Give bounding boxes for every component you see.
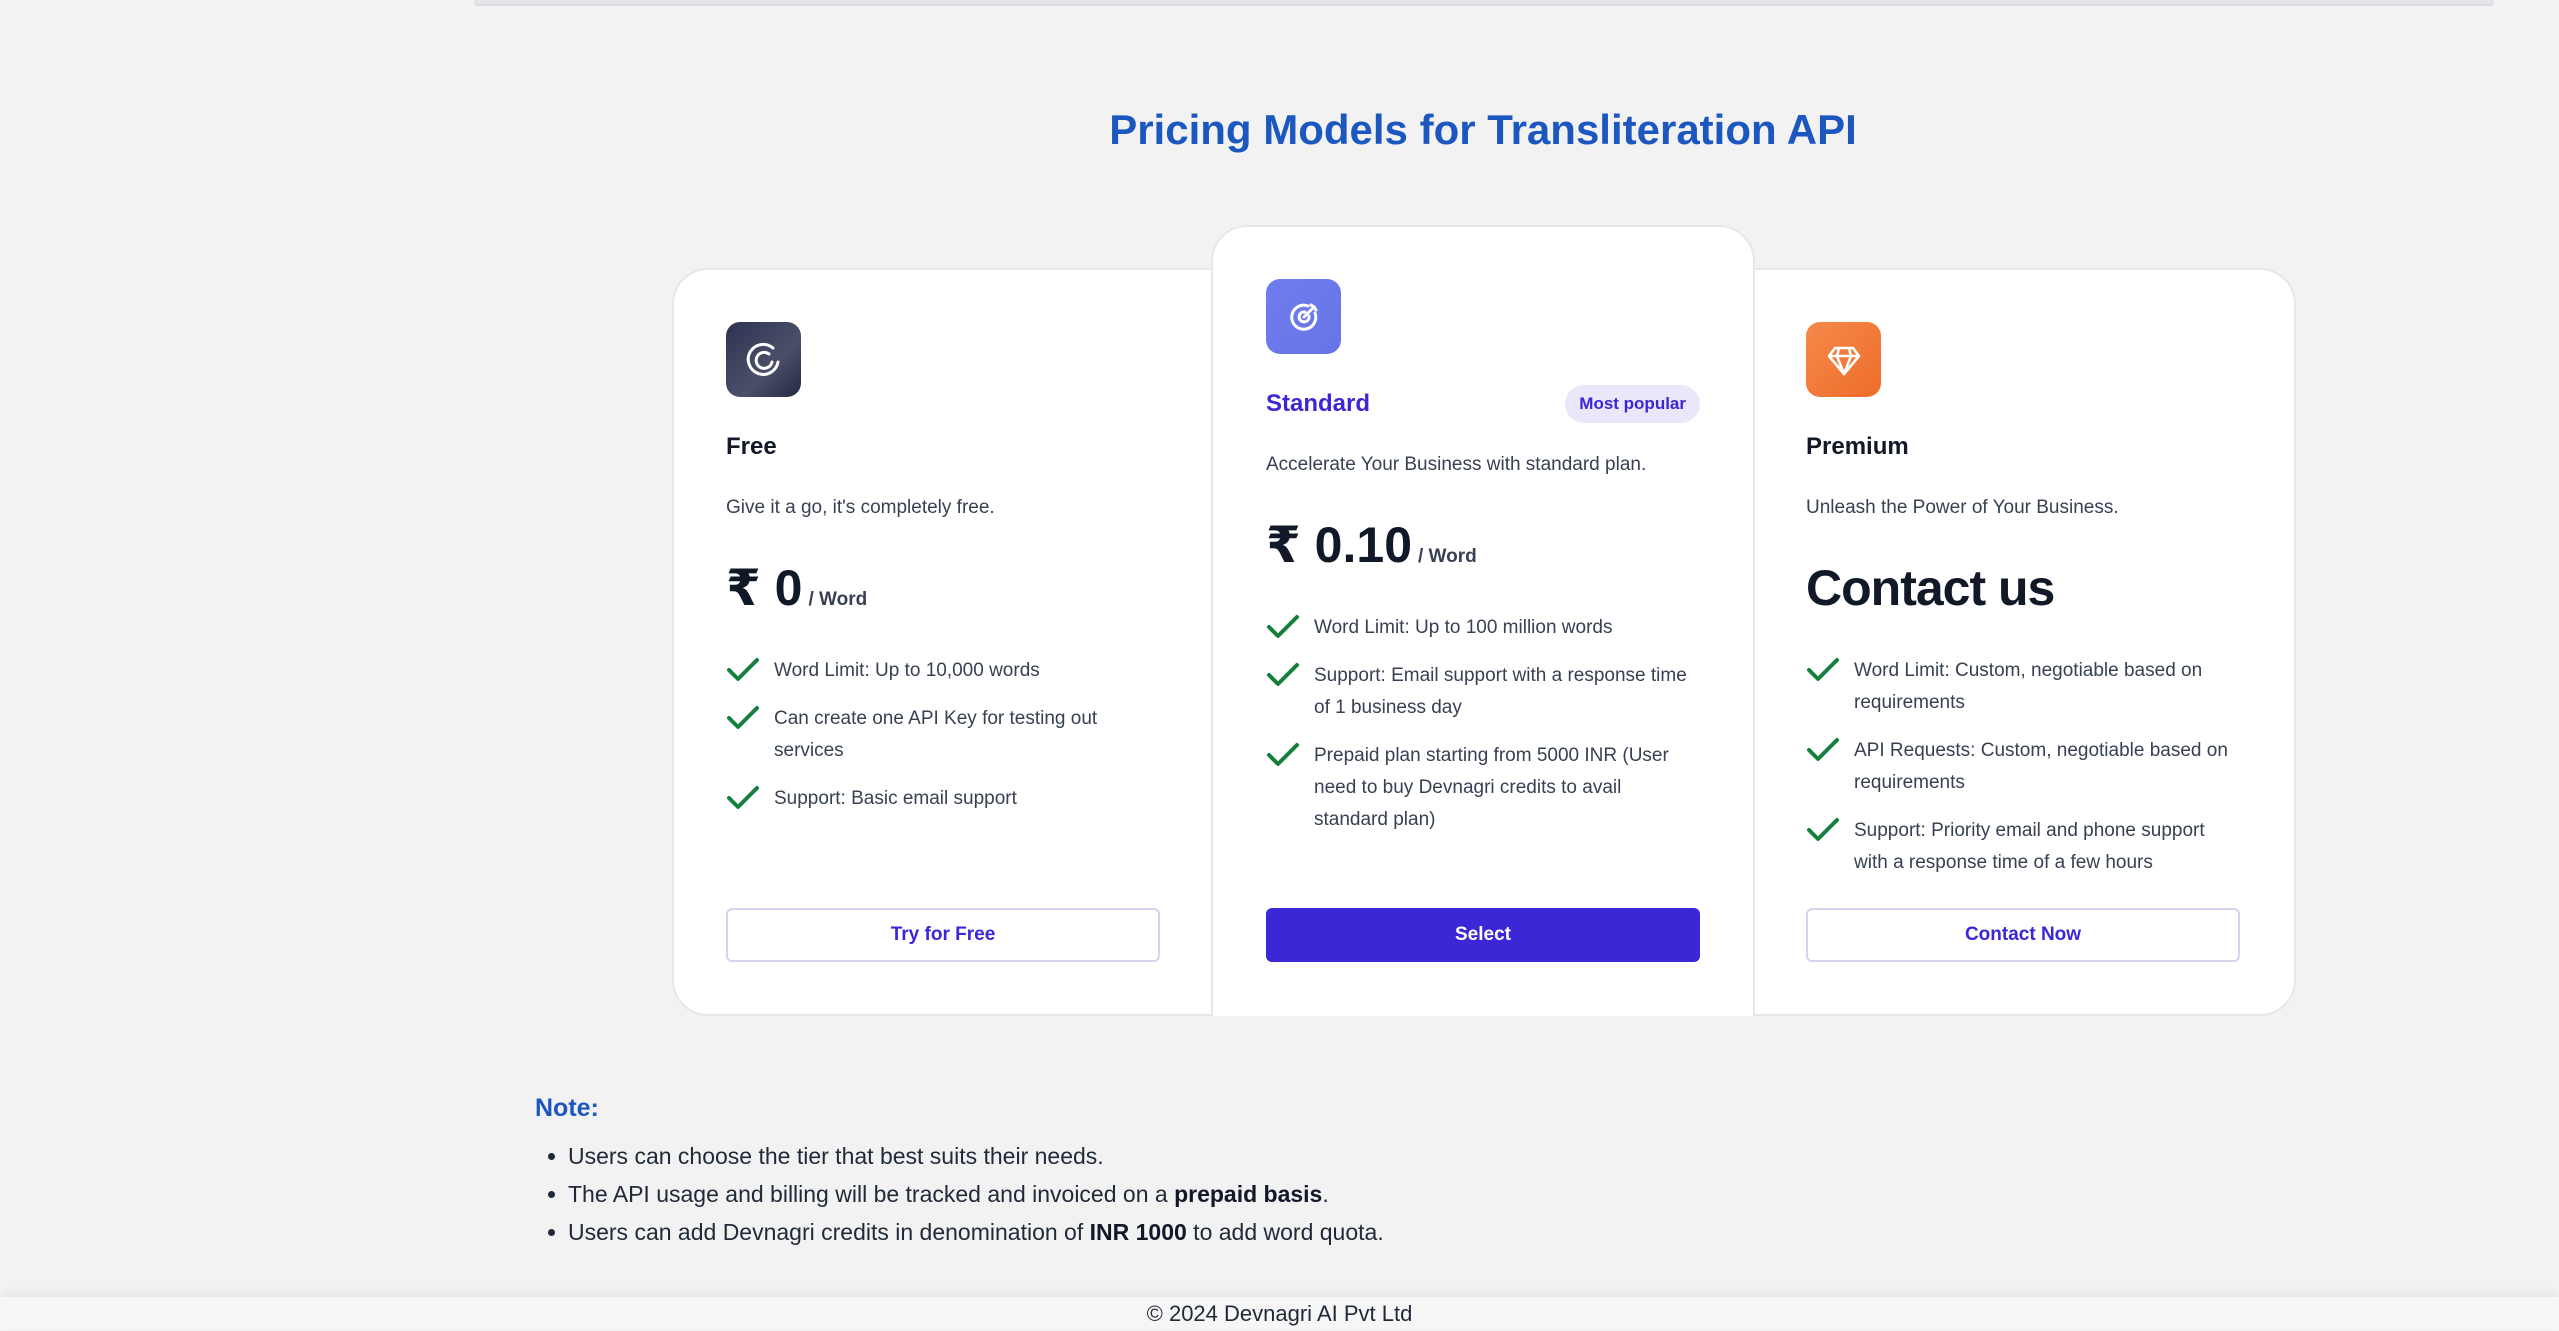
- plan-description: Unleash the Power of Your Business.: [1806, 497, 2119, 518]
- select-button[interactable]: Select: [1266, 908, 1700, 962]
- list-item: Users can add Devnagri credits in denomi…: [548, 1213, 1384, 1251]
- list-item: Word Limit: Up to 10,000 words: [726, 655, 1160, 687]
- diamond-icon: [1806, 322, 1881, 397]
- feature-list: Word Limit: Up to 100 million words Supp…: [1266, 612, 1700, 836]
- plan-card-free: Free Give it a go, it's completely free.…: [726, 322, 1160, 831]
- plan-description: Give it a go, it's completely free.: [726, 497, 995, 518]
- target-icon: [1266, 279, 1341, 354]
- check-icon: [1267, 615, 1299, 638]
- list-item: Support: Priority email and phone suppor…: [1806, 815, 2240, 879]
- plan-price: ₹ 0: [726, 560, 803, 616]
- plan-name: Premium: [1806, 433, 1909, 460]
- price-row: ₹ 0 / Word: [726, 559, 1160, 616]
- plan-card-standard: Standard Most popular Accelerate Your Bu…: [1266, 279, 1700, 852]
- page-title: Pricing Models for Transliteration API: [1109, 106, 1857, 153]
- price-unit: / Word: [808, 589, 868, 610]
- top-divider: [474, 0, 2494, 6]
- list-item: Users can choose the tier that best suit…: [548, 1137, 1384, 1175]
- plan-name: Free: [726, 433, 777, 460]
- feature-list: Word Limit: Up to 10,000 words Can creat…: [726, 655, 1160, 815]
- check-icon: [727, 658, 759, 681]
- check-icon: [1807, 818, 1839, 841]
- most-popular-badge: Most popular: [1565, 385, 1700, 423]
- check-icon: [1267, 663, 1299, 686]
- plan-card-premium: Premium Unleash the Power of Your Busine…: [1806, 322, 2240, 895]
- check-icon: [1807, 738, 1839, 761]
- list-item: Can create one API Key for testing out s…: [726, 703, 1160, 767]
- footer: © 2024 Devnagri AI Pvt Ltd: [0, 1297, 2559, 1330]
- price-row: ₹ 0.10 / Word: [1266, 516, 1700, 573]
- copyright-text: © 2024 Devnagri AI Pvt Ltd: [1146, 1301, 1413, 1326]
- price-unit: / Word: [1418, 546, 1477, 567]
- note-title: Note:: [535, 1094, 599, 1122]
- check-icon: [1267, 743, 1299, 766]
- price-row: Contact us: [1806, 559, 2240, 616]
- list-item: Support: Email support with a response t…: [1266, 660, 1700, 724]
- try-for-free-button[interactable]: Try for Free: [726, 908, 1160, 962]
- note-list: Users can choose the tier that best suit…: [548, 1137, 1384, 1251]
- check-icon: [727, 706, 759, 729]
- list-item: API Requests: Custom, negotiable based o…: [1806, 735, 2240, 799]
- check-icon: [1807, 658, 1839, 681]
- feature-list: Word Limit: Custom, negotiable based on …: [1806, 655, 2240, 879]
- plan-name: Standard: [1266, 390, 1371, 417]
- list-item: Word Limit: Up to 100 million words: [1266, 612, 1700, 644]
- list-item: Word Limit: Custom, negotiable based on …: [1806, 655, 2240, 719]
- plan-price: Contact us: [1806, 560, 2055, 616]
- check-icon: [727, 786, 759, 809]
- list-item: Prepaid plan starting from 5000 INR (Use…: [1266, 740, 1700, 836]
- spinner-circle-icon: [726, 322, 801, 397]
- plan-description: Accelerate Your Business with standard p…: [1266, 454, 1647, 475]
- list-item: The API usage and billing will be tracke…: [548, 1175, 1384, 1213]
- list-item: Support: Basic email support: [726, 783, 1160, 815]
- contact-now-button[interactable]: Contact Now: [1806, 908, 2240, 962]
- plan-price: ₹ 0.10: [1266, 517, 1412, 573]
